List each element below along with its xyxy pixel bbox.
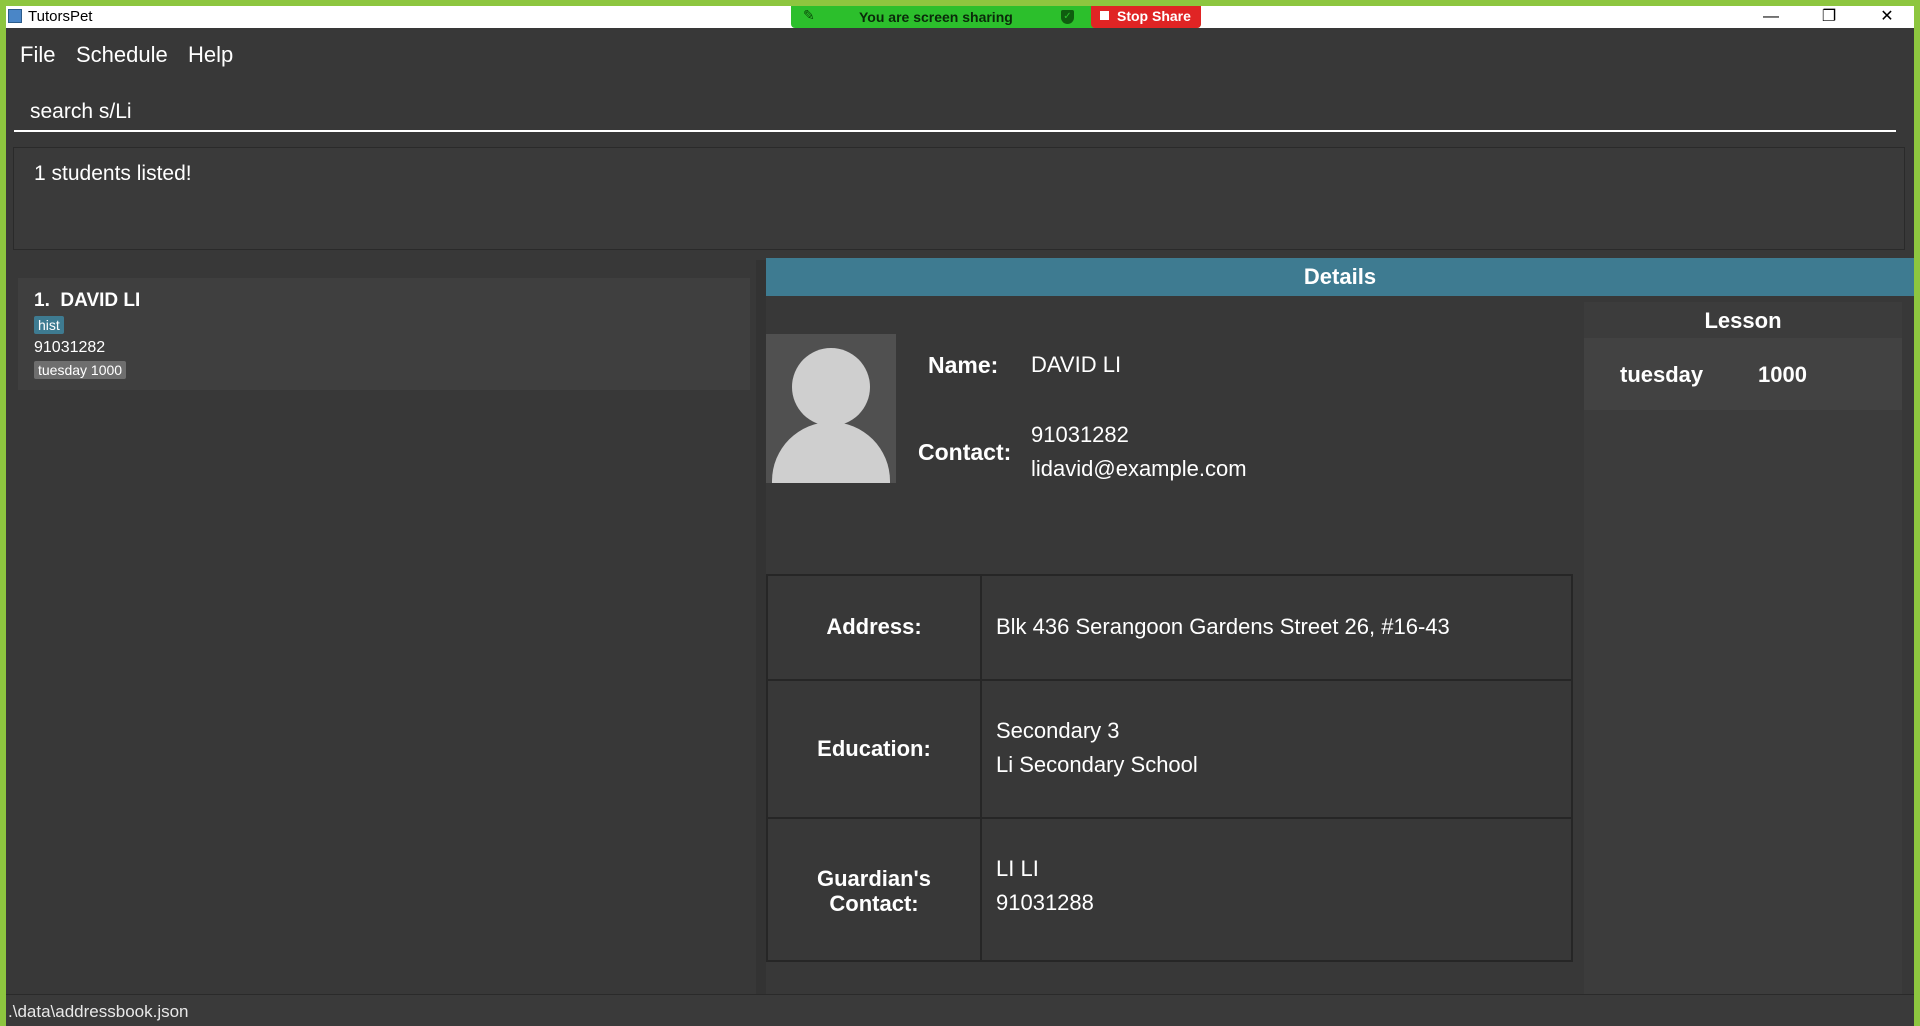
command-input[interactable]: search s/Li [14,86,1896,132]
lesson-time: 1000 [1758,362,1807,387]
avatar-icon [766,334,896,483]
maximize-button[interactable]: ❐ [1806,6,1852,28]
shield-check-icon: ✓ [1061,10,1074,24]
student-name: DAVID LI [60,290,141,311]
student-card[interactable]: 1. DAVID LI hist 91031282 tuesday 1000 [18,278,750,390]
screen-share-bar: ✎ You are screen sharing ✓ Stop Share [791,6,1201,28]
close-button[interactable]: ✕ [1864,6,1910,28]
app-icon [8,9,22,23]
student-list-panel[interactable]: 1. DAVID LI hist 91031282 tuesday 1000 [8,260,756,994]
subject-tag: hist [34,316,64,334]
education-level: Secondary 3 [996,718,1120,743]
lesson-title: Lesson [1704,308,1782,333]
app-window: TutorsPet ✎ You are screen sharing ✓ Sto… [6,6,1914,1026]
guardian-label-line2: Contact: [829,891,919,916]
guardian-label: Guardian's Contact: [768,866,980,916]
stop-share-label: Stop Share [1117,8,1191,24]
status-bar: .\data\addressbook.json [6,994,1914,1026]
contact-phone: 91031282 [1031,422,1129,447]
student-phone: 91031282 [34,339,106,356]
guardian-name: LI LI [996,856,1039,881]
contact-email: lidavid@example.com [1031,456,1247,481]
screen-share-message: You are screen sharing [859,9,1013,25]
education-label: Education: [817,736,931,761]
panel-divider[interactable] [756,260,766,994]
stop-square-icon [1100,11,1109,20]
menu-schedule[interactable]: Schedule [76,42,168,68]
lesson-panel: Lesson tuesday 1000 [1584,302,1902,994]
lesson-day: tuesday [1620,362,1704,387]
stop-share-button[interactable]: Stop Share [1091,6,1201,28]
details-table: Address: Blk 436 Serangoon Gardens Stree… [766,574,1573,962]
status-file-path: .\data\addressbook.json [8,1002,189,1021]
title-bar: TutorsPet ✎ You are screen sharing ✓ Sto… [6,6,1914,28]
student-card-title: 1. DAVID LI [34,290,140,312]
result-display: 1 students listed! [13,147,1905,250]
address-value: Blk 436 Serangoon Gardens Street 26, #16… [996,614,1450,639]
lesson-row: tuesday 1000 [1584,338,1902,410]
pencil-icon[interactable]: ✎ [803,7,815,24]
name-label: Name: [928,352,999,378]
menu-file[interactable]: File [20,42,55,68]
contact-label: Contact: [918,439,1012,465]
details-header: Details [766,258,1914,296]
result-message: 1 students listed! [34,162,192,185]
menu-bar: File Schedule Help [6,28,1914,76]
school-name: Li Secondary School [996,752,1198,777]
address-label: Address: [826,614,922,639]
student-index: 1. [34,290,50,311]
menu-help[interactable]: Help [188,42,233,68]
window-title: TutorsPet [28,8,93,25]
lesson-tag: tuesday 1000 [34,361,127,379]
minimize-button[interactable]: — [1748,6,1794,28]
name-value: DAVID LI [1031,352,1122,377]
guardian-label-line1: Guardian's [816,866,932,891]
guardian-phone: 91031288 [996,890,1094,915]
